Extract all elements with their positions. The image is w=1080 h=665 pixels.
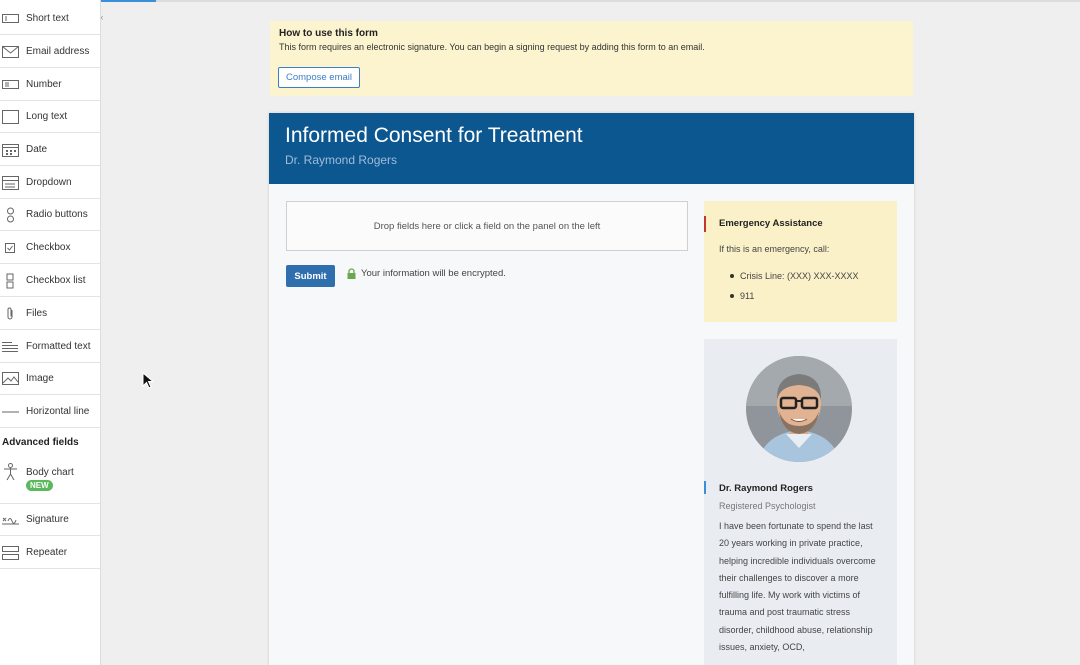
long-text-icon xyxy=(1,109,19,124)
list-item: Crisis Line: (XXX) XXX-XXXX xyxy=(730,271,859,291)
encryption-text: Your information will be encrypted. xyxy=(361,268,506,279)
sidebar-item-repeater[interactable]: Repeater xyxy=(0,537,100,569)
email-icon xyxy=(1,45,19,59)
sidebar-item-label: Long text xyxy=(26,111,68,122)
paperclip-icon xyxy=(1,307,19,321)
repeater-icon xyxy=(1,545,19,560)
new-badge: NEW xyxy=(26,480,53,491)
radio-icon xyxy=(1,207,19,222)
horizontal-line-icon xyxy=(1,405,19,419)
sidebar-item-label: Files xyxy=(26,308,48,319)
dropdown-icon xyxy=(1,175,19,190)
profile-accent-bar xyxy=(704,481,706,494)
sidebar-item-files[interactable]: Files xyxy=(0,298,100,330)
emergency-assistance-panel: Emergency Assistance If this is an emerg… xyxy=(704,201,897,322)
sidebar-item-label: Body chart xyxy=(26,467,74,478)
sidebar-item-radio-buttons[interactable]: Radio buttons xyxy=(0,199,100,231)
sidebar-item-label: Checkbox xyxy=(26,242,71,253)
calendar-icon xyxy=(1,143,19,157)
notice-description: This form requires an electronic signatu… xyxy=(279,42,705,52)
emergency-description: If this is an emergency, call: xyxy=(719,244,830,254)
form-header: Informed Consent for Treatment Dr. Raymo… xyxy=(269,113,914,184)
sidebar-item-horizontal-line[interactable]: Horizontal line xyxy=(0,396,100,428)
sidebar-item-checkbox-list[interactable]: Checkbox list xyxy=(0,265,100,297)
field-palette-sidebar: ‹ Short text Email address Number Long t… xyxy=(0,0,104,665)
sidebar-item-label: Horizontal line xyxy=(26,406,90,417)
sidebar-item-body-chart[interactable]: Body chart NEW xyxy=(0,459,100,504)
sidebar-item-dropdown[interactable]: Dropdown xyxy=(0,167,100,199)
formatted-text-icon xyxy=(1,340,19,354)
sidebar-item-long-text[interactable]: Long text xyxy=(0,101,100,133)
sidebar-item-label: Checkbox list xyxy=(26,275,86,286)
top-progress-bar xyxy=(0,0,1080,2)
practitioner-role: Registered Psychologist xyxy=(719,501,816,511)
sidebar-item-checkbox[interactable]: Checkbox xyxy=(0,232,100,264)
sidebar-item-label: Formatted text xyxy=(26,341,91,352)
emergency-list: Crisis Line: (XXX) XXX-XXXX 911 xyxy=(730,271,859,311)
sidebar-item-label: Date xyxy=(26,144,48,155)
how-to-use-notice: How to use this form This form requires … xyxy=(270,21,913,96)
advanced-fields-heading: Advanced fields xyxy=(2,437,79,448)
sidebar-item-label: Short text xyxy=(26,13,69,24)
checkbox-list-icon xyxy=(1,273,19,288)
submit-button[interactable]: Submit xyxy=(286,265,335,287)
notice-title: How to use this form xyxy=(279,28,378,39)
sidebar-item-email-address[interactable]: Email address xyxy=(0,36,100,68)
encryption-notice: Your information will be encrypted. xyxy=(347,268,506,279)
sidebar-item-label: Image xyxy=(26,373,54,384)
emergency-title: Emergency Assistance xyxy=(719,218,823,229)
signature-icon xyxy=(1,513,19,527)
form-subtitle: Dr. Raymond Rogers xyxy=(285,153,398,167)
sidebar-item-label: Repeater xyxy=(26,547,68,558)
checkbox-icon xyxy=(1,241,19,255)
sidebar-item-label: Radio buttons xyxy=(26,209,88,220)
image-icon xyxy=(1,372,19,386)
number-icon xyxy=(1,78,19,92)
lock-icon xyxy=(347,268,356,279)
sidebar-item-date[interactable]: Date xyxy=(0,134,100,166)
form-title: Informed Consent for Treatment xyxy=(285,124,583,147)
sidebar-item-label: Dropdown xyxy=(26,177,72,188)
sidebar-item-short-text[interactable]: Short text xyxy=(0,3,100,35)
sidebar-item-signature[interactable]: Signature xyxy=(0,504,100,536)
form-card: Informed Consent for Treatment Dr. Raymo… xyxy=(269,113,914,665)
avatar xyxy=(746,356,852,462)
list-item: 911 xyxy=(730,291,859,311)
body-icon xyxy=(1,463,19,481)
short-text-icon xyxy=(1,12,19,26)
sidebar-item-label: Number xyxy=(26,79,62,90)
sidebar-item-image[interactable]: Image xyxy=(0,363,100,395)
practitioner-bio: I have been fortunate to spend the last … xyxy=(719,521,876,653)
emergency-accent-bar xyxy=(704,216,706,232)
practitioner-profile: Dr. Raymond Rogers Registered Psychologi… xyxy=(704,339,897,665)
sidebar-item-label: Signature xyxy=(26,514,69,525)
compose-email-button[interactable]: Compose email xyxy=(278,67,360,88)
field-drop-zone[interactable]: Drop fields here or click a field on the… xyxy=(286,201,688,251)
sidebar-item-label: Email address xyxy=(26,46,90,57)
mouse-cursor-icon xyxy=(142,372,154,389)
practitioner-name: Dr. Raymond Rogers xyxy=(719,483,813,494)
sidebar-item-formatted-text[interactable]: Formatted text xyxy=(0,331,100,363)
sidebar-item-number[interactable]: Number xyxy=(0,69,100,101)
